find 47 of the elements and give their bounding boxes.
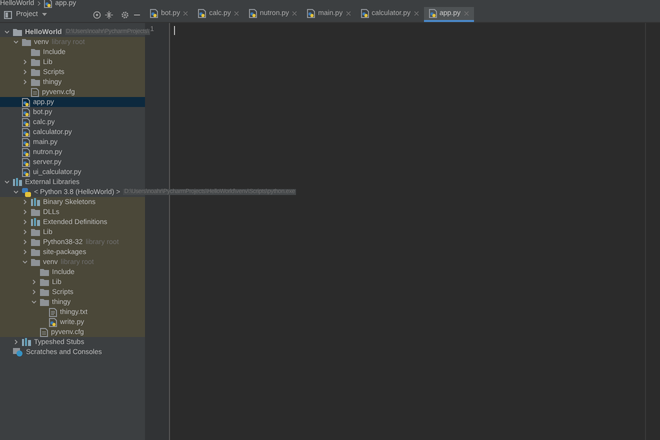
close-icon[interactable] bbox=[234, 11, 239, 16]
scratch-icon bbox=[13, 348, 23, 356]
collapse-icon[interactable] bbox=[105, 10, 113, 18]
chevron-right-icon[interactable] bbox=[22, 199, 28, 205]
chevron-right-icon[interactable] bbox=[22, 69, 28, 75]
dropdown-arrow-icon[interactable] bbox=[42, 12, 47, 16]
chevron-right-icon bbox=[37, 1, 42, 6]
close-icon[interactable] bbox=[414, 11, 418, 16]
chevron-right-icon[interactable] bbox=[22, 249, 28, 255]
library-icon bbox=[31, 198, 40, 206]
chevron-down-icon[interactable] bbox=[4, 29, 10, 35]
panel-icon bbox=[4, 10, 12, 18]
chevron-down-icon[interactable] bbox=[31, 299, 37, 305]
library-icon bbox=[31, 218, 40, 226]
file-icon bbox=[31, 88, 39, 96]
chevron-right-icon[interactable] bbox=[22, 79, 28, 85]
chevron-right-icon[interactable] bbox=[31, 289, 37, 295]
close-icon[interactable] bbox=[292, 11, 298, 16]
chevron-down-icon[interactable] bbox=[4, 179, 10, 185]
file-icon bbox=[40, 328, 48, 336]
chevron-right-icon[interactable] bbox=[22, 219, 28, 225]
python-file-icon bbox=[307, 9, 316, 18]
chevron-down-icon[interactable] bbox=[13, 189, 19, 195]
chevron-down-icon[interactable] bbox=[13, 39, 19, 45]
close-icon[interactable] bbox=[183, 11, 188, 16]
chevron-right-icon[interactable] bbox=[31, 279, 37, 285]
target-icon[interactable] bbox=[93, 10, 101, 18]
python-file-icon bbox=[248, 9, 257, 18]
python-file-icon bbox=[360, 9, 369, 18]
chevron-right-icon[interactable] bbox=[22, 239, 28, 245]
library-icon bbox=[13, 178, 22, 186]
chevron-right-icon[interactable] bbox=[22, 209, 28, 215]
library-icon bbox=[22, 338, 31, 346]
python-file-icon bbox=[150, 9, 158, 18]
close-icon[interactable] bbox=[346, 11, 351, 16]
chevron-right-icon[interactable] bbox=[13, 339, 19, 345]
python-file-icon bbox=[49, 318, 57, 326]
chevron-down-icon[interactable] bbox=[22, 259, 28, 265]
text-caret bbox=[174, 26, 175, 35]
python-file-icon bbox=[428, 9, 436, 18]
text-file-icon bbox=[49, 308, 57, 316]
chevron-right-icon[interactable] bbox=[22, 229, 28, 235]
settings-icon[interactable] bbox=[121, 10, 129, 18]
python-file-icon bbox=[198, 9, 206, 18]
chevron-right-icon[interactable] bbox=[22, 59, 28, 65]
python-file-icon bbox=[44, 0, 52, 8]
python-icon bbox=[22, 188, 31, 196]
